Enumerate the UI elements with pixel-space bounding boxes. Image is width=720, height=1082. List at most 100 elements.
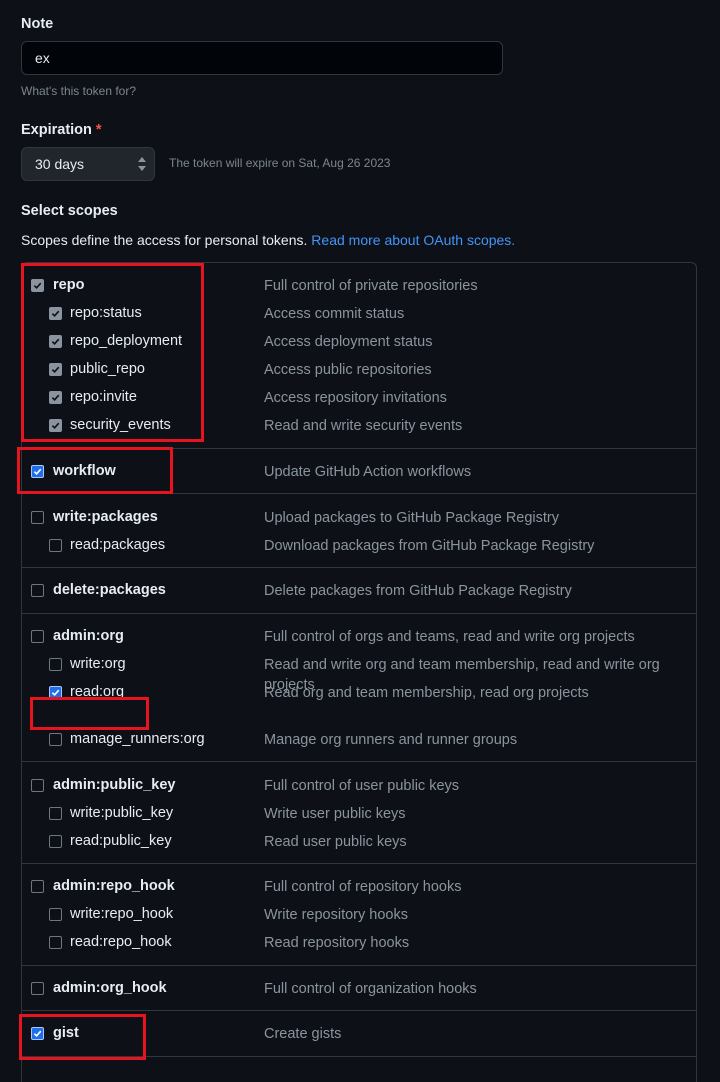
scope-name[interactable]: read:public_key [70, 833, 172, 849]
expiration-label: Expiration * [21, 122, 102, 138]
scope-checkbox[interactable] [49, 307, 62, 320]
scope-subrow-read-public-key: read:public_key Read user public keys [0, 832, 720, 852]
scope-checkbox[interactable] [49, 363, 62, 376]
scope-group-divider [22, 1056, 696, 1057]
scope-name[interactable]: repo [53, 277, 84, 293]
scope-checkbox[interactable] [49, 835, 62, 848]
scope-description: Access public repositories [264, 362, 432, 378]
scope-name[interactable]: admin:repo_hook [53, 878, 175, 894]
scope-description: Full control of repository hooks [264, 879, 462, 895]
scope-description: Full control of orgs and teams, read and… [264, 629, 635, 645]
scope-row-workflow: workflow Update GitHub Action workflows [0, 462, 720, 482]
scope-name[interactable]: manage_runners:org [70, 731, 205, 747]
scope-group-divider [22, 448, 696, 449]
scope-subrow-repo-status: repo:status Access commit status [0, 304, 720, 324]
scope-group-divider [22, 863, 696, 864]
scope-subrow-read-packages: read:packages Download packages from GitH… [0, 536, 720, 556]
note-hint: What's this token for? [21, 84, 137, 98]
scope-description: Write user public keys [264, 806, 406, 822]
scopes-heading: Select scopes [21, 203, 118, 219]
scope-description: Read org and team membership, read org p… [264, 685, 589, 701]
scope-description: Download packages from GitHub Package Re… [264, 538, 595, 554]
scope-name[interactable]: admin:org_hook [53, 980, 167, 996]
scope-group-divider [22, 1010, 696, 1011]
scope-checkbox[interactable] [31, 511, 44, 524]
scope-subrow-read-org: read:org Read org and team membership, re… [0, 683, 720, 703]
scope-name[interactable]: write:public_key [70, 805, 173, 821]
scope-checkbox[interactable] [31, 1027, 44, 1040]
scope-checkbox[interactable] [49, 335, 62, 348]
scope-row-admin-public-key: admin:public_key Full control of user pub… [0, 776, 720, 796]
scope-row-admin-org-hook: admin:org_hook Full control of organizati… [0, 979, 720, 999]
scope-description: Access deployment status [264, 334, 433, 350]
scope-checkbox[interactable] [49, 391, 62, 404]
scope-checkbox[interactable] [31, 465, 44, 478]
scope-subrow-read-repo-hook: read:repo_hook Read repository hooks [0, 933, 720, 953]
scope-description: Access repository invitations [264, 390, 447, 406]
scope-row-repo: repo Full control of private repositories [0, 276, 720, 296]
scope-checkbox[interactable] [31, 982, 44, 995]
scope-subrow-write-org: write:org Read and write org and team mem… [0, 655, 720, 693]
scope-description: Manage org runners and runner groups [264, 732, 518, 748]
scope-name[interactable]: delete:packages [53, 582, 166, 598]
scope-description: Write repository hooks [264, 907, 408, 923]
scope-description: Create gists [264, 1026, 342, 1042]
scope-name[interactable]: admin:org [53, 628, 124, 644]
expiration-hint: The token will expire on Sat, Aug 26 202… [169, 156, 391, 170]
required-asterisk: * [95, 122, 102, 138]
scopes-description-text: Scopes define the access for personal to… [21, 232, 308, 248]
scope-name[interactable]: repo:status [70, 305, 142, 321]
scope-name[interactable]: repo:invite [70, 389, 137, 405]
scope-checkbox[interactable] [49, 686, 62, 699]
scope-name[interactable]: workflow [53, 463, 116, 479]
scope-checkbox[interactable] [49, 908, 62, 921]
scope-description: Full control of user public keys [264, 778, 460, 794]
scope-subrow-repo-deployment: repo_deployment Access deployment status [0, 332, 720, 352]
scope-name[interactable]: security_events [70, 417, 171, 433]
scope-description: Access commit status [264, 306, 405, 322]
scope-name[interactable]: write:org [70, 656, 126, 672]
scope-name[interactable]: write:repo_hook [70, 906, 173, 922]
scope-checkbox[interactable] [49, 658, 62, 671]
scope-description: Full control of private repositories [264, 278, 478, 294]
scope-subrow-write-public-key: write:public_key Write user public keys [0, 804, 720, 824]
scope-checkbox[interactable] [49, 936, 62, 949]
scope-checkbox[interactable] [49, 807, 62, 820]
scope-name[interactable]: admin:public_key [53, 777, 175, 793]
scope-name[interactable]: repo_deployment [70, 333, 182, 349]
scope-name[interactable]: write:packages [53, 509, 158, 525]
scope-checkbox[interactable] [31, 584, 44, 597]
scope-row-write-packages: write:packages Upload packages to GitHub … [0, 508, 720, 528]
scope-row-admin-org: admin:org Full control of orgs and teams,… [0, 627, 720, 647]
scope-checkbox[interactable] [49, 733, 62, 746]
note-label: Note [21, 16, 54, 32]
scope-checkbox[interactable] [49, 419, 62, 432]
scope-row-delete-packages: delete:packages Delete packages from GitH… [0, 581, 720, 601]
scope-checkbox[interactable] [31, 279, 44, 292]
scope-name[interactable]: read:org [70, 684, 124, 700]
scope-checkbox[interactable] [31, 880, 44, 893]
select-arrows-icon [138, 157, 146, 171]
expiration-select[interactable]: 30 days [21, 147, 155, 181]
scope-name[interactable]: public_repo [70, 361, 145, 377]
scope-group-divider [22, 965, 696, 966]
scope-checkbox[interactable] [31, 630, 44, 643]
scope-group-divider [22, 761, 696, 762]
scope-group-divider [22, 567, 696, 568]
scope-group-divider [22, 493, 696, 494]
scope-name[interactable]: read:packages [70, 537, 165, 553]
scope-checkbox[interactable] [49, 539, 62, 552]
scope-name[interactable]: gist [53, 1025, 79, 1041]
scope-name[interactable]: read:repo_hook [70, 934, 172, 950]
scope-description: Upload packages to GitHub Package Regist… [264, 510, 559, 526]
scope-description: Read user public keys [264, 834, 407, 850]
scope-row-gist: gist Create gists [0, 1024, 720, 1044]
scope-checkbox[interactable] [31, 779, 44, 792]
scope-subrow-write-repo-hook: write:repo_hook Write repository hooks [0, 905, 720, 925]
scope-description: Read repository hooks [264, 935, 410, 951]
note-input[interactable] [21, 41, 503, 75]
scope-group-divider [22, 613, 696, 614]
expiration-label-text: Expiration [21, 122, 92, 138]
oauth-scopes-link[interactable]: Read more about OAuth scopes. [311, 232, 515, 248]
scope-subrow-public-repo: public_repo Access public repositories [0, 360, 720, 380]
